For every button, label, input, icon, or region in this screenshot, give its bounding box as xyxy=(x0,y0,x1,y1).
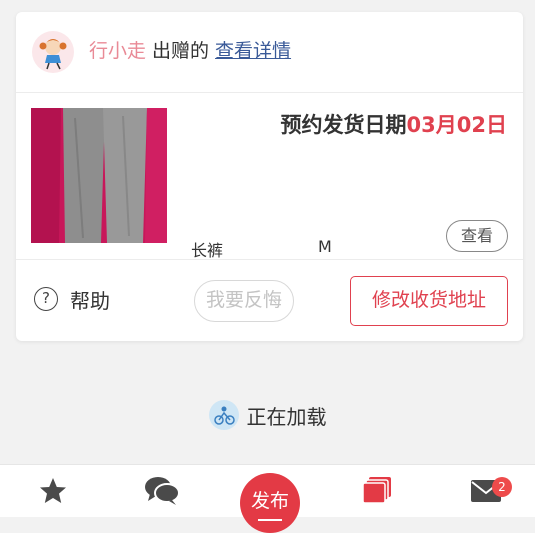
card-body: 预约发货日期03月02日 长裤 M 查看 xyxy=(16,93,523,260)
stacked-cards-icon xyxy=(362,477,391,504)
view-details-link[interactable]: 查看详情 xyxy=(215,40,291,62)
product-image[interactable] xyxy=(31,108,167,243)
change-address-button[interactable]: 修改收货地址 xyxy=(350,276,508,326)
donation-card: 行小走 出赠的 查看详情 预约发货日期03月02日 长裤 M 查看 ? 帮助 我要反 xyxy=(16,12,523,341)
user-name[interactable]: 行小走 xyxy=(89,40,146,62)
tab-mail[interactable]: 2 xyxy=(458,465,514,517)
tab-messages[interactable] xyxy=(134,465,190,517)
star-icon xyxy=(40,478,66,503)
avatar[interactable] xyxy=(32,31,74,73)
item-size: M xyxy=(318,237,332,256)
help-button[interactable]: ? 帮助 xyxy=(34,286,110,313)
publish-label: 发布 xyxy=(250,490,289,512)
item-name: 长裤 xyxy=(191,241,224,260)
chat-bubbles-icon xyxy=(145,477,180,505)
mail-badge: 2 xyxy=(492,477,512,497)
question-circle-icon: ? xyxy=(34,287,58,311)
header-text: 行小走 出赠的 查看详情 xyxy=(89,38,291,64)
ship-date-value: 03月02日 xyxy=(406,113,507,137)
cyclist-icon xyxy=(208,400,239,430)
publish-button[interactable]: 发布 xyxy=(240,473,300,533)
regret-button[interactable]: 我要反悔 xyxy=(194,280,294,322)
card-header: 行小走 出赠的 查看详情 xyxy=(16,12,523,93)
ship-date: 预约发货日期03月02日 xyxy=(281,109,507,139)
tab-publish[interactable]: 发布 xyxy=(240,465,300,533)
view-button[interactable]: 查看 xyxy=(446,220,508,252)
loading-text: 正在加载 xyxy=(246,404,327,429)
bottom-tab-bar: 发布 2 xyxy=(0,464,535,533)
card-footer: ? 帮助 我要反悔 修改收货地址 xyxy=(16,260,523,341)
help-label: 帮助 xyxy=(70,288,110,313)
tab-records[interactable] xyxy=(350,465,406,517)
ship-date-label: 预约发货日期 xyxy=(280,113,407,137)
tab-favorites[interactable] xyxy=(25,465,81,517)
publish-underline xyxy=(258,519,282,521)
action-text: 出赠的 xyxy=(152,40,210,62)
loading-indicator: 正在加载 xyxy=(0,397,535,433)
